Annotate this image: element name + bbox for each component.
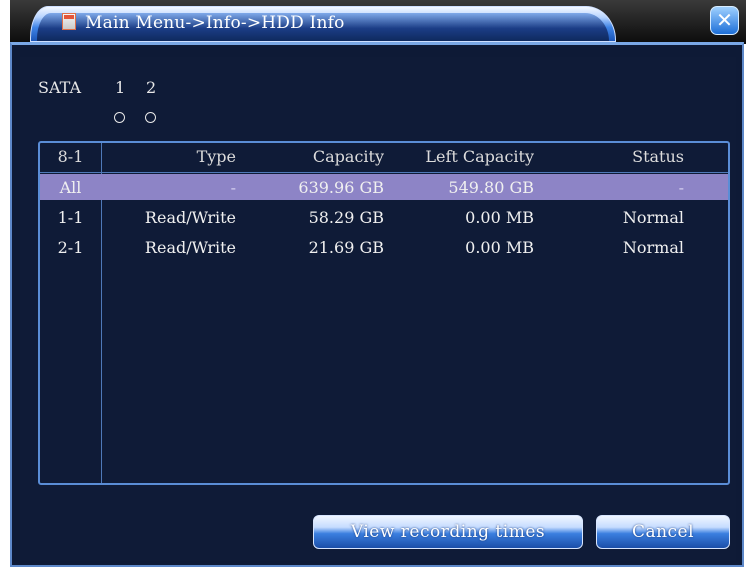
document-icon xyxy=(62,13,76,30)
sata-port-1-indicator xyxy=(114,112,125,123)
row-status: Normal xyxy=(622,238,684,257)
hdd-table: 8-1 Type Capacity Left Capacity Status A… xyxy=(38,141,730,485)
row-type: Read/Write xyxy=(144,238,236,257)
table-row[interactable]: 1-1 Read/Write 58.29 GB 0.00 MB Normal xyxy=(40,204,728,230)
header-left-capacity: Left Capacity xyxy=(425,147,534,166)
row-left-capacity: 0.00 MB xyxy=(465,238,534,257)
row-status: Normal xyxy=(622,208,684,227)
row-left-capacity: 549.80 GB xyxy=(448,178,534,197)
row-left-capacity: 0.00 MB xyxy=(465,208,534,227)
hdd-info-window: Main Menu->Info->HDD Info ✕ SATA 1 2 8-1… xyxy=(0,0,746,569)
close-button[interactable]: ✕ xyxy=(710,6,739,35)
table-row[interactable]: All - 639.96 GB 549.80 GB - xyxy=(40,174,728,200)
sata-port-1-label: 1 xyxy=(115,78,126,97)
header-status: Status xyxy=(632,147,684,166)
table-row[interactable]: 2-1 Read/Write 21.69 GB 0.00 MB Normal xyxy=(40,234,728,260)
table-header: 8-1 Type Capacity Left Capacity Status xyxy=(40,147,728,171)
sata-port-2-label: 2 xyxy=(146,78,157,97)
row-capacity: 21.69 GB xyxy=(308,238,384,257)
row-id: 1-1 xyxy=(57,208,84,227)
row-capacity: 58.29 GB xyxy=(308,208,384,227)
row-status: - xyxy=(678,178,684,197)
header-capacity: Capacity xyxy=(312,147,384,166)
sata-port-2-indicator xyxy=(145,112,156,123)
header-id: 8-1 xyxy=(57,147,84,166)
row-id: 2-1 xyxy=(57,238,84,257)
view-recording-times-button[interactable]: View recording times xyxy=(313,515,583,549)
row-id: All xyxy=(59,178,82,197)
row-type: - xyxy=(230,178,236,197)
row-capacity: 639.96 GB xyxy=(298,178,384,197)
sata-label: SATA xyxy=(38,78,81,97)
header-type: Type xyxy=(196,147,236,166)
cancel-button[interactable]: Cancel xyxy=(596,515,730,549)
row-type: Read/Write xyxy=(144,208,236,227)
window-title: Main Menu->Info->HDD Info xyxy=(85,13,345,33)
